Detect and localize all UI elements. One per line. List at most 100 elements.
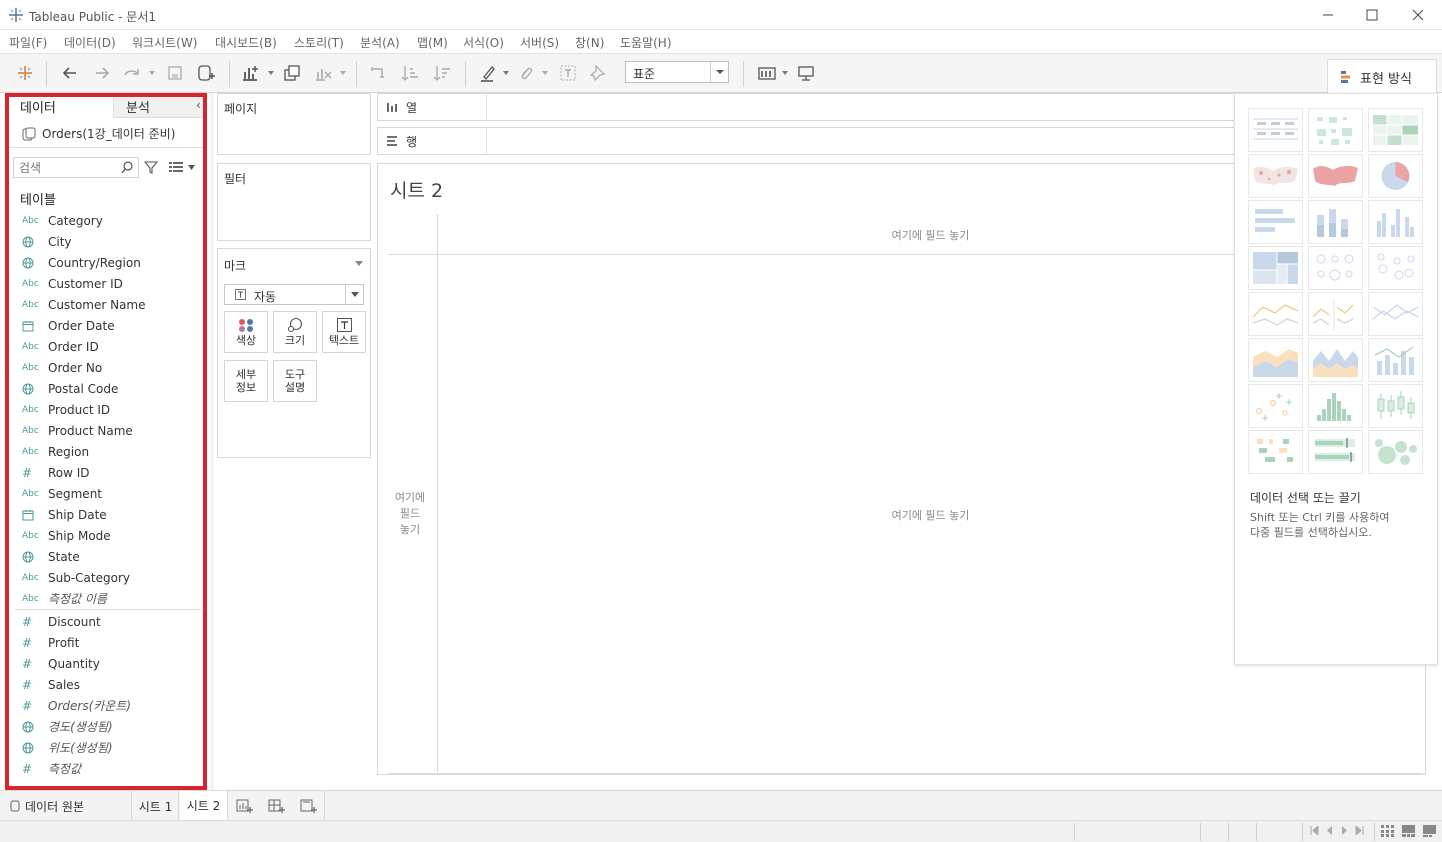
chart-type-area-discrete[interactable] [1308,338,1363,382]
pane-splitter[interactable] [210,93,214,790]
chart-type-area-continuous[interactable] [1248,338,1303,382]
tooltip-button[interactable]: 도구 설명 [273,360,317,402]
caret-down-icon[interactable] [188,165,195,170]
tab-data[interactable]: 데이터 [20,97,56,116]
new-story-tab-button[interactable] [300,798,318,814]
menu-help[interactable]: 도움말(H) [620,34,672,51]
maximize-button[interactable] [1362,5,1382,25]
group-dropdown[interactable] [542,70,548,76]
cards-dropdown[interactable] [782,70,788,76]
redo-button[interactable] [92,63,112,83]
sheet-title[interactable]: 시트 2 [390,176,443,203]
field-item[interactable]: Abc 측정값 이름 [18,588,200,609]
replay-dropdown[interactable] [149,70,155,76]
minimize-button[interactable] [1318,5,1338,25]
filter-icon[interactable] [144,160,158,174]
chart-type-dual-combination[interactable] [1368,338,1423,382]
tab-sheet-2[interactable]: 시트 2 [180,791,228,821]
field-item[interactable]: Abc Segment [18,483,200,504]
menu-dashboard[interactable]: 대시보드(B) [215,34,277,51]
rows-shelf[interactable]: 행 [377,127,1235,155]
tab-sheet-1[interactable]: 시트 1 [133,791,179,821]
pages-card[interactable]: 페이지 [217,93,371,155]
field-item[interactable]: Abc Order No [18,357,200,378]
replay-button[interactable] [122,63,142,83]
presentation-mode-button[interactable] [796,63,816,83]
show-me-button[interactable]: 표현 방식 [1327,59,1437,94]
color-button[interactable]: 색상 [224,311,268,353]
field-item[interactable]: 위도(생성됨) [18,737,200,758]
field-item[interactable]: Abc Region [18,441,200,462]
field-item[interactable]: # Profit [18,632,200,653]
field-item[interactable]: Abc Product Name [18,420,200,441]
new-worksheet-tab-button[interactable] [236,798,254,814]
caret-down-icon[interactable] [355,261,363,266]
field-item[interactable]: Postal Code [18,378,200,399]
close-window-button[interactable] [1408,5,1428,25]
chart-type-continuous-lines[interactable] [1248,292,1303,336]
first-sheet-icon[interactable] [1310,826,1319,835]
save-button[interactable] [165,63,185,83]
list-view-icon[interactable] [169,161,183,173]
filmstrip-icon[interactable] [1402,825,1415,837]
undo-button[interactable] [60,63,80,83]
chart-type-circle-views[interactable] [1308,246,1363,290]
field-item[interactable]: City [18,231,200,252]
menu-format[interactable]: 서식(O) [463,34,504,51]
mark-type-select[interactable]: 자동 [224,284,364,305]
field-item[interactable]: # Orders(카운트) [18,695,200,716]
drop-field-columns-hint[interactable]: 여기에 필드 놓기 [838,227,1023,243]
field-item[interactable]: Abc Order ID [18,336,200,357]
highlight-dropdown[interactable] [503,70,509,76]
chart-type-scatter[interactable] [1248,384,1303,428]
field-item[interactable]: # Discount [18,611,200,632]
field-item[interactable]: State [18,546,200,567]
duplicate-sheet-button[interactable] [282,63,302,83]
field-item[interactable]: Abc Sub-Category [18,567,200,588]
tab-datasource[interactable]: 데이터 원본 [0,791,132,821]
chart-type-box-whisker[interactable] [1368,384,1423,428]
field-item[interactable]: Abc Customer ID [18,273,200,294]
drop-field-rows-hint[interactable]: 여기에 필드 놓기 [382,490,438,538]
chart-type-symbol-map[interactable] [1248,154,1303,198]
field-item[interactable]: Abc Ship Mode [18,525,200,546]
size-button[interactable]: 크기 [273,311,317,353]
fit-select[interactable]: 표준 [625,61,729,83]
menu-worksheet[interactable]: 워크시트(W) [132,34,197,51]
collapse-pane-icon[interactable]: ‹ [196,98,201,112]
field-item[interactable]: Abc Category [18,210,200,231]
chart-type-highlight-table[interactable] [1368,108,1423,152]
tabs-view-icon[interactable] [1423,825,1436,837]
chart-type-discrete-lines[interactable] [1308,292,1363,336]
show-mark-labels-button[interactable] [558,63,578,83]
detail-button[interactable]: 세부 정보 [224,360,268,402]
sort-ascending-button[interactable] [400,63,420,83]
tab-analysis-label[interactable]: 분석 [126,97,150,116]
chart-type-histogram[interactable] [1308,384,1363,428]
field-item[interactable]: # Sales [18,674,200,695]
chart-type-stacked-bars[interactable] [1308,200,1363,244]
new-worksheet-button[interactable] [240,63,260,83]
fix-axes-button[interactable] [588,63,608,83]
highlight-button[interactable] [478,63,498,83]
chart-type-horizontal-bars[interactable] [1248,200,1303,244]
group-members-button[interactable] [516,63,536,83]
menu-analysis[interactable]: 분석(A) [360,34,400,51]
new-datasource-button[interactable] [196,63,216,83]
clear-sheet-button[interactable] [313,63,333,83]
field-item[interactable]: Ship Date [18,504,200,525]
chart-type-pie[interactable] [1368,154,1423,198]
sheet-sorter-icon[interactable] [1381,825,1394,837]
menu-window[interactable]: 창(N) [575,34,604,51]
last-sheet-icon[interactable] [1355,826,1364,835]
search-input[interactable] [14,158,114,177]
chart-type-text-table[interactable] [1248,108,1303,152]
chart-type-treemap[interactable] [1248,246,1303,290]
menu-data[interactable]: 데이터(D) [64,34,116,51]
drop-field-center-hint[interactable]: 여기에 필드 놓기 [838,507,1023,523]
chart-type-side-by-side-circles[interactable] [1368,246,1423,290]
field-item[interactable]: Abc Product ID [18,399,200,420]
clear-dropdown[interactable] [340,70,346,76]
field-item[interactable]: Order Date [18,315,200,336]
chart-type-packed-bubbles[interactable] [1368,430,1423,474]
